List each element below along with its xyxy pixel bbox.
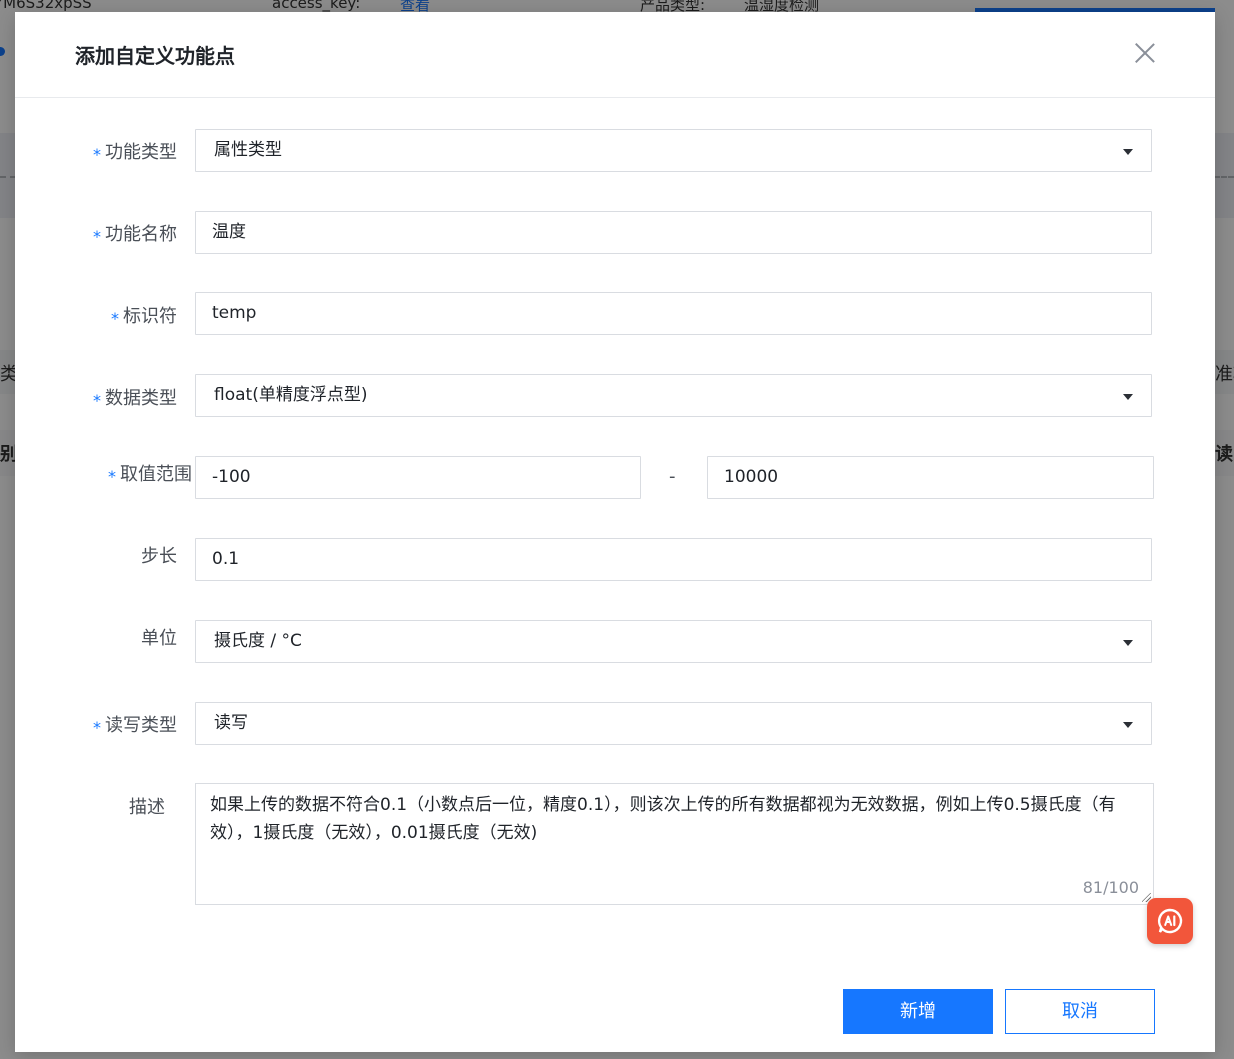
value-range-label-text: 取值范围 — [120, 464, 192, 485]
dialog-title: 添加自定义功能点 — [75, 44, 235, 68]
function-type-label-text: 功能类型 — [105, 142, 177, 163]
identifier-label-text: 标识符 — [123, 306, 177, 327]
function-name-label-text: 功能名称 — [105, 224, 177, 245]
range-min-input[interactable]: -100 — [195, 456, 641, 499]
required-mark: * — [93, 391, 101, 410]
step-label: 步长 — [141, 546, 177, 567]
data-type-label-text: 数据类型 — [105, 388, 177, 409]
range-max-input[interactable]: 10000 — [707, 456, 1154, 499]
data-type-label: * 数据类型 — [93, 384, 177, 410]
identifier-input[interactable]: temp — [195, 292, 1152, 335]
required-mark: * — [108, 467, 116, 486]
add-custom-function-dialog: 添加自定义功能点 * 功能类型 属性类型 * 功能名称 温度 * 标识符 temp *… — [15, 12, 1215, 1052]
value-range-label: * 取值范围 — [108, 460, 192, 486]
unit-value: 摄氏度 / °C — [214, 631, 302, 651]
unit-select[interactable]: 摄氏度 / °C — [195, 620, 1152, 663]
unit-label: 单位 — [141, 628, 177, 649]
description-label: 描述 — [129, 797, 165, 818]
step-input[interactable]: 0.1 — [195, 538, 1152, 581]
rw-type-label-text: 读写类型 — [105, 715, 177, 736]
description-text: 如果上传的数据不符合0.1（小数点后一位，精度0.1），则该次上传的所有数据都视… — [210, 795, 1116, 843]
data-type-select[interactable]: float(单精度浮点型) — [195, 374, 1152, 417]
description-textarea[interactable]: 如果上传的数据不符合0.1（小数点后一位，精度0.1），则该次上传的所有数据都视… — [195, 783, 1154, 905]
identifier-label: * 标识符 — [111, 302, 177, 328]
required-mark: * — [111, 309, 119, 328]
data-type-value: float(单精度浮点型) — [214, 385, 368, 405]
range-separator: - — [669, 466, 676, 487]
function-type-value: 属性类型 — [214, 140, 282, 160]
function-name-input[interactable]: 温度 — [195, 211, 1152, 254]
add-button[interactable]: 新增 — [843, 989, 993, 1034]
rw-type-label: * 读写类型 — [93, 711, 177, 737]
chevron-down-icon — [1123, 722, 1133, 728]
dialog-header: 添加自定义功能点 — [15, 12, 1215, 98]
cancel-button[interactable]: 取消 — [1005, 989, 1155, 1034]
chevron-down-icon — [1123, 640, 1133, 646]
function-type-select[interactable]: 属性类型 — [195, 129, 1152, 172]
function-name-label: * 功能名称 — [93, 220, 177, 246]
close-icon[interactable] — [1130, 38, 1160, 68]
required-mark: * — [93, 145, 101, 164]
rw-type-value: 读写 — [214, 713, 248, 733]
required-mark: * — [93, 718, 101, 737]
rw-type-select[interactable]: 读写 — [195, 702, 1152, 745]
required-mark: * — [93, 227, 101, 246]
chevron-down-icon — [1123, 149, 1133, 155]
character-counter: 81/100 — [1082, 878, 1139, 897]
ai-assistant-icon — [1158, 908, 1183, 934]
ai-assistant-button[interactable] — [1147, 898, 1193, 944]
function-type-label: * 功能类型 — [93, 138, 177, 164]
chevron-down-icon — [1123, 394, 1133, 400]
